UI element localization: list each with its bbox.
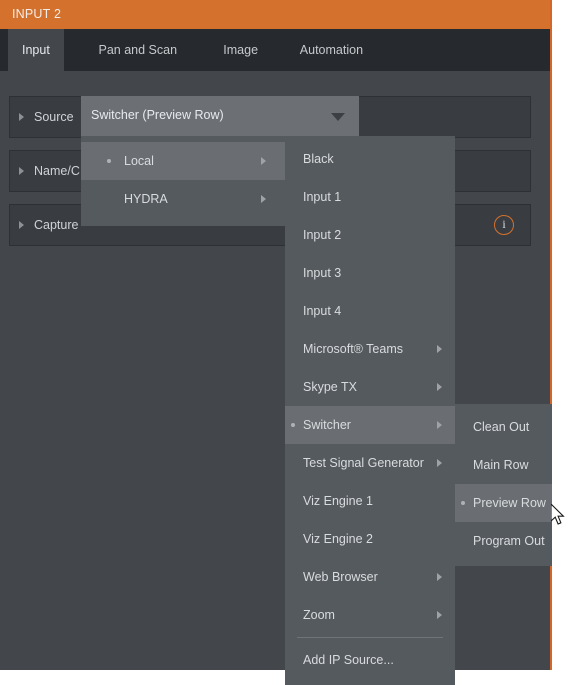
menu-item-input-2[interactable]: Input 2 <box>285 216 455 254</box>
menu-item-label: Program Out <box>473 534 545 548</box>
chevron-down-icon <box>331 113 345 121</box>
submenu-arrow-icon <box>437 459 442 467</box>
menu-item-viz-engine-2[interactable]: Viz Engine 2 <box>285 520 455 558</box>
menu-item-label: Main Row <box>473 458 529 472</box>
menu-item-hydra[interactable]: HYDRA <box>81 180 285 218</box>
menu-item-label: HYDRA <box>124 192 168 206</box>
menu-item-add-ip-source[interactable]: Add IP Source... <box>285 641 455 679</box>
info-icon[interactable]: i <box>494 215 514 235</box>
page-title: INPUT 2 <box>12 7 62 21</box>
property-row-label: Source <box>34 110 74 124</box>
menu-item-label: Input 2 <box>303 228 342 242</box>
selected-bullet-icon <box>291 423 295 427</box>
menu-item-black[interactable]: Black <box>285 140 455 178</box>
source-dropdown-value: Switcher (Preview Row) <box>91 108 224 122</box>
source-menu-root: Local HYDRA <box>81 136 285 226</box>
menu-item-zoom[interactable]: Zoom <box>285 596 455 634</box>
menu-item-web-browser[interactable]: Web Browser <box>285 558 455 596</box>
submenu-arrow-icon <box>261 157 266 165</box>
expand-triangle-icon[interactable] <box>19 167 24 175</box>
window-titlebar: INPUT 2 <box>0 0 550 29</box>
property-row-label: Capture <box>34 218 79 232</box>
property-row-label: Name/C <box>34 164 80 178</box>
menu-item-test-signal-generator[interactable]: Test Signal Generator <box>285 444 455 482</box>
menu-item-label: Viz Engine 1 <box>303 494 373 508</box>
source-dropdown[interactable]: Switcher (Preview Row) <box>81 96 359 136</box>
input-settings-panel: INPUT 2 Input Pan and Scan Image Automation… <box>0 0 552 685</box>
menu-item-label: Input 3 <box>303 266 342 280</box>
menu-item-label: Web Browser <box>303 570 378 584</box>
menu-item-label: Switcher <box>303 418 351 432</box>
submenu-arrow-icon <box>437 383 442 391</box>
mouse-pointer-icon <box>550 502 567 533</box>
tab-pan-and-scan[interactable]: Pan and Scan <box>85 29 192 71</box>
menu-item-label: Black <box>303 152 334 166</box>
tab-image[interactable]: Image <box>209 29 272 71</box>
expand-triangle-icon[interactable] <box>19 221 24 229</box>
menu-item-input-3[interactable]: Input 3 <box>285 254 455 292</box>
menu-item-preview-row[interactable]: Preview Row <box>455 484 552 522</box>
menu-item-label: Preview Row <box>473 496 546 510</box>
menu-item-label: Zoom <box>303 608 335 622</box>
tab-input[interactable]: Input <box>8 29 64 71</box>
menu-item-input-1[interactable]: Input 1 <box>285 178 455 216</box>
menu-item-switcher[interactable]: Switcher <box>285 406 455 444</box>
menu-item-label: Skype TX <box>303 380 357 394</box>
menu-item-local[interactable]: Local <box>81 142 285 180</box>
submenu-arrow-icon <box>261 195 266 203</box>
menu-item-label: Clean Out <box>473 420 530 434</box>
menu-item-viz-engine-1[interactable]: Viz Engine 1 <box>285 482 455 520</box>
submenu-arrow-icon <box>437 345 442 353</box>
source-menu-switcher: Clean Out Main Row Preview Row Program Out <box>455 404 552 566</box>
tab-bar: Input Pan and Scan Image Automation <box>0 29 550 71</box>
submenu-arrow-icon <box>437 611 442 619</box>
menu-item-skype-tx[interactable]: Skype TX <box>285 368 455 406</box>
submenu-arrow-icon <box>437 573 442 581</box>
menu-item-input-4[interactable]: Input 4 <box>285 292 455 330</box>
menu-item-label: Test Signal Generator <box>303 456 424 470</box>
menu-item-label: Microsoft® Teams <box>303 342 403 356</box>
menu-item-clean-out[interactable]: Clean Out <box>455 408 552 446</box>
menu-separator <box>297 637 443 638</box>
menu-item-microsoft-teams[interactable]: Microsoft® Teams <box>285 330 455 368</box>
menu-item-label: Viz Engine 2 <box>303 532 373 546</box>
expand-triangle-icon[interactable] <box>19 113 24 121</box>
selected-bullet-icon <box>107 159 111 163</box>
menu-item-main-row[interactable]: Main Row <box>455 446 552 484</box>
menu-item-program-out[interactable]: Program Out <box>455 522 552 560</box>
app-root: INPUT 2 Input Pan and Scan Image Automation… <box>0 0 571 685</box>
submenu-arrow-icon <box>437 421 442 429</box>
menu-item-label: Add IP Source... <box>303 653 394 667</box>
tab-automation[interactable]: Automation <box>286 29 377 71</box>
menu-item-label: Input 1 <box>303 190 342 204</box>
source-menu-local: Black Input 1 Input 2 Input 3 Input 4 Microso… <box>285 136 455 685</box>
menu-item-label: Local <box>124 154 154 168</box>
selected-bullet-icon <box>461 501 465 505</box>
menu-item-label: Input 4 <box>303 304 342 318</box>
